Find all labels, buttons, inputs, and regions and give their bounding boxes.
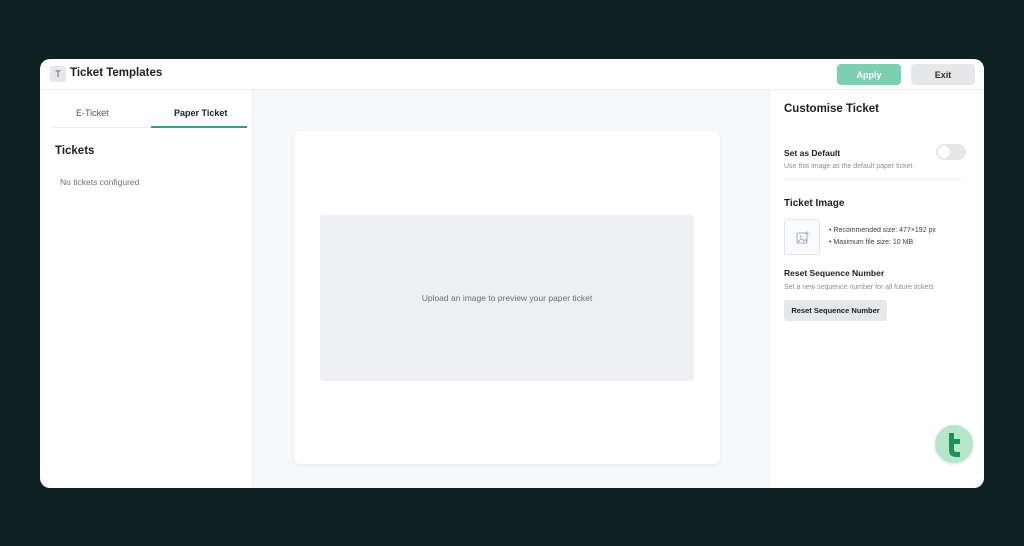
- empty-tickets-message: No tickets configured: [60, 177, 140, 187]
- brand-t-logo-icon: [949, 433, 960, 457]
- reset-sequence-button[interactable]: Reset Sequence Number: [784, 300, 887, 321]
- ticket-templates-window: T Ticket Templates Apply Exit E-Ticket P…: [40, 59, 984, 488]
- image-add-icon: [796, 231, 809, 244]
- set-default-help: Use this image as the default paper tick…: [784, 163, 913, 170]
- set-default-label: Set as Default: [784, 148, 841, 158]
- tickets-heading: Tickets: [55, 145, 95, 157]
- exit-button[interactable]: Exit: [911, 64, 975, 85]
- toggle-knob: [938, 146, 950, 158]
- header-bar: T Ticket Templates Apply Exit: [40, 59, 984, 90]
- reset-sequence-help: Set a new sequence number for all future…: [784, 284, 934, 291]
- reset-sequence-heading: Reset Sequence Number: [784, 268, 885, 278]
- tickets-sidebar: E-Ticket Paper Ticket Tickets No tickets…: [40, 90, 253, 488]
- recommended-size-text: • Recommended size: 477×192 px: [829, 227, 936, 234]
- ticket-preview-dropzone[interactable]: Upload an image to preview your paper ti…: [320, 215, 694, 381]
- tab-e-ticket[interactable]: E-Ticket: [76, 108, 109, 118]
- preview-placeholder-text: Upload an image to preview your paper ti…: [421, 293, 593, 303]
- customise-heading: Customise Ticket: [784, 103, 880, 115]
- set-default-toggle[interactable]: [936, 144, 966, 160]
- app-badge-icon: T: [50, 66, 66, 82]
- preview-card: Upload an image to preview your paper ti…: [294, 131, 720, 464]
- ticket-image-upload[interactable]: [784, 219, 820, 255]
- active-tab-indicator: [151, 126, 247, 128]
- max-file-size-text: • Maximum file size: 10 MB: [829, 239, 914, 246]
- section-divider: [784, 179, 964, 180]
- page-title: Ticket Templates: [70, 67, 163, 79]
- apply-button[interactable]: Apply: [837, 64, 901, 85]
- assistant-button[interactable]: [935, 425, 973, 463]
- preview-area: Upload an image to preview your paper ti…: [253, 90, 769, 488]
- tab-paper-ticket[interactable]: Paper Ticket: [174, 108, 227, 118]
- ticket-image-heading: Ticket Image: [784, 198, 845, 209]
